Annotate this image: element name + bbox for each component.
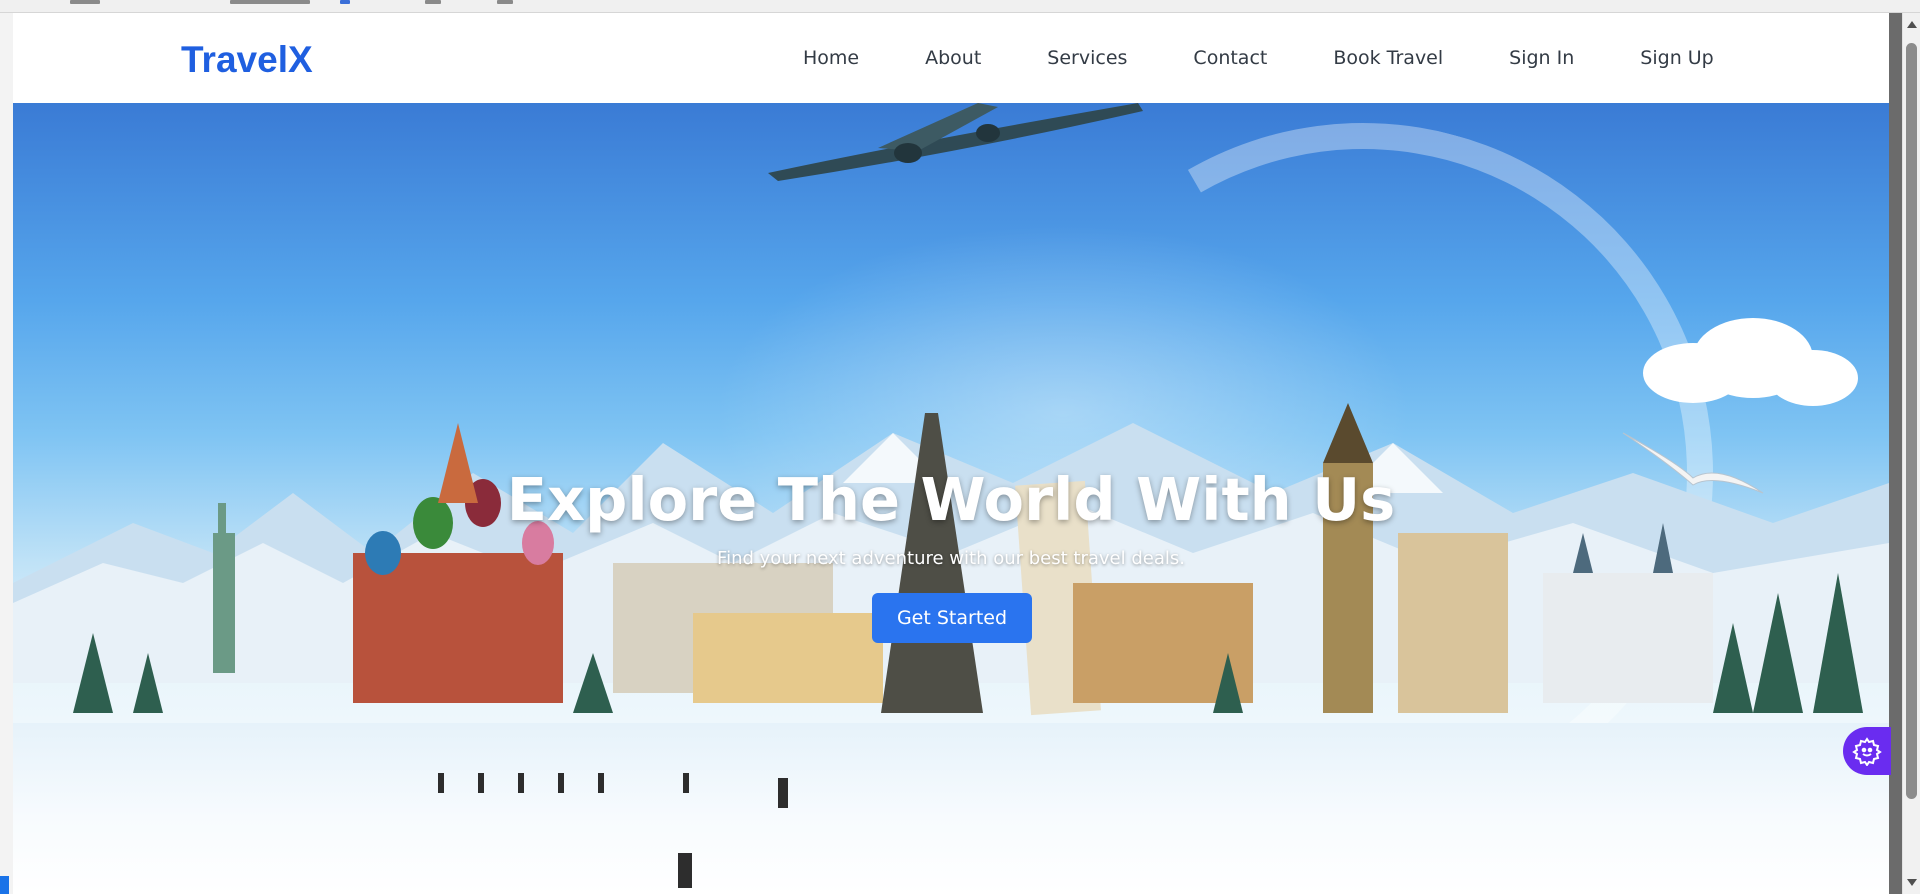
window-left-edge xyxy=(0,13,13,894)
top-navbar: TravelX Home About Services Contact Book… xyxy=(13,13,1889,103)
scroll-down-icon[interactable] xyxy=(1907,879,1917,886)
page-scrollbar[interactable] xyxy=(1902,13,1920,894)
nav-links: Home About Services Contact Book Travel … xyxy=(803,47,1714,69)
hero-content: Explore The World With Us Find your next… xyxy=(13,103,1889,894)
taskbar-accent xyxy=(0,876,9,894)
nav-sign-in[interactable]: Sign In xyxy=(1509,47,1574,69)
brand-logo[interactable]: TravelX xyxy=(181,39,313,81)
hero-section: Explore The World With Us Find your next… xyxy=(13,103,1889,894)
hero-title: Explore The World With Us xyxy=(506,465,1396,534)
settings-widget-button[interactable] xyxy=(1843,727,1891,775)
nav-services[interactable]: Services xyxy=(1047,47,1127,69)
gear-icon xyxy=(1852,737,1882,766)
tab-fragment xyxy=(230,0,310,4)
scroll-up-icon[interactable] xyxy=(1907,21,1917,28)
nav-home[interactable]: Home xyxy=(803,47,859,69)
browser-tab-strip xyxy=(0,0,1920,13)
nav-about[interactable]: About xyxy=(925,47,981,69)
page-viewport: TravelX Home About Services Contact Book… xyxy=(13,13,1889,894)
tab-fragment xyxy=(425,0,441,4)
tab-fragment xyxy=(340,0,350,4)
hero-subtitle: Find your next adventure with our best t… xyxy=(717,548,1185,569)
tab-fragment xyxy=(70,0,100,4)
nav-sign-up[interactable]: Sign Up xyxy=(1640,47,1713,69)
scroll-thumb[interactable] xyxy=(1906,43,1917,799)
tab-fragment xyxy=(497,0,513,4)
nav-book-travel[interactable]: Book Travel xyxy=(1333,47,1443,69)
get-started-button[interactable]: Get Started xyxy=(872,593,1032,643)
nav-contact[interactable]: Contact xyxy=(1193,47,1267,69)
